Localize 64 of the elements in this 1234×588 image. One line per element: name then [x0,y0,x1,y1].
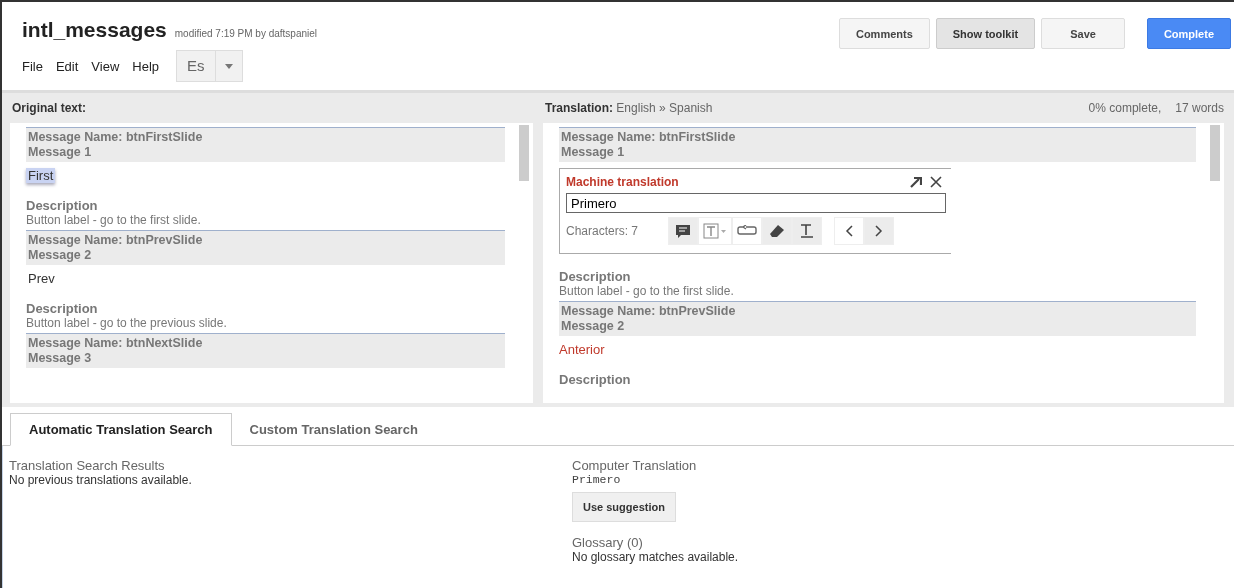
translated-text[interactable]: Anterior [559,342,605,357]
glossary-text: No glossary matches available. [572,550,739,564]
clear-format-button[interactable] [792,217,823,245]
tab[interactable]: Automatic Translation Search [10,413,232,446]
description-text: Button label - go to the first slide. [559,284,734,298]
message-number: Message 1 [28,145,92,160]
use-suggestion-button[interactable]: Use suggestion [572,492,676,522]
chevron-left-icon [845,225,854,237]
message-name: Message Name: btnFirstSlide [28,130,203,145]
computer-translation-text: Primero [572,473,621,486]
scrollbar[interactable] [519,125,529,181]
loop-icon [737,225,758,237]
comment-button[interactable] [668,217,699,245]
pane-heading: Translation: [545,101,613,115]
tab[interactable]: Custom Translation Search [231,414,436,445]
results-text: No previous translations available. [9,473,192,487]
menu-item[interactable]: Help [132,58,160,74]
message-name: Message Name: btnFirstSlide [561,130,736,145]
document-title: intl_messages [22,18,167,42]
description-label: Description [26,198,98,213]
message-name: Message Name: btnNextSlide [28,336,203,351]
word-count: 17 words [1175,101,1224,115]
glossary-heading: Glossary (0) [572,535,643,550]
description-label: Description [26,301,98,316]
message-name: Message Name: btnPrevSlide [561,304,736,319]
previous-button[interactable] [834,217,865,245]
arrow-icon[interactable] [910,176,922,188]
message-name: Message Name: btnPrevSlide [28,233,203,248]
computer-translation-heading: Computer Translation [572,458,697,473]
progress-text: 0% complete, [1088,101,1162,115]
description-text: Button label - go to the previous slide. [26,316,227,330]
text-frame-icon [703,223,728,239]
language-dropdown[interactable]: Es [176,50,243,82]
source-text[interactable]: Prev [26,271,57,286]
message-number: Message 2 [28,248,92,263]
close-icon[interactable] [930,176,942,188]
eraser-icon [769,224,786,238]
menu-item[interactable]: View [91,58,120,74]
speech-bubble-icon [675,223,692,239]
eraser-button[interactable] [762,217,793,245]
results-heading: Translation Search Results [9,458,165,473]
menu-item[interactable]: File [22,58,43,74]
character-count: Characters: 7 [566,224,639,238]
description-label: Description [559,372,631,387]
toolbar-button[interactable]: Show toolkit [935,18,1036,49]
message-number: Message 1 [561,145,625,160]
chevron-right-icon [875,225,884,237]
caret-icon [224,63,233,69]
language-pair: English » Spanish [616,101,713,115]
message-number: Message 2 [561,319,625,334]
toolbar-button[interactable]: Comments [838,18,930,49]
message-number: Message 3 [28,351,92,366]
description-text: Button label - go to the first slide. [26,213,201,227]
description-label: Description [559,269,631,284]
scrollbar[interactable] [1210,125,1220,181]
source-text[interactable]: First [26,168,56,183]
toolbar-button[interactable]: Save [1041,18,1125,49]
modified-text: modified 7:19 PM by daftspaniel [174,28,318,39]
menu-item[interactable]: Edit [55,58,79,74]
translation-input[interactable]: Primero [566,193,946,213]
next-button[interactable] [864,217,895,245]
text-format-icon [800,223,815,239]
pane-heading: Original text: [12,101,87,115]
panel-title: Machine translation [566,175,679,189]
